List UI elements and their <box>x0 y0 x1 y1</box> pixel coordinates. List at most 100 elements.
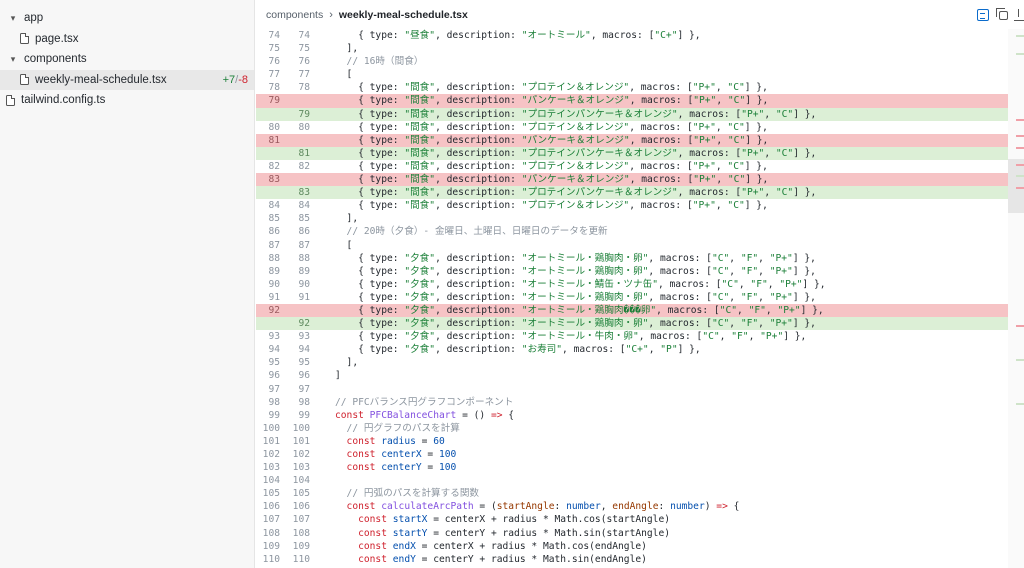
code-token: const <box>335 514 393 526</box>
code-token: ) <box>704 501 717 513</box>
code-token: const <box>335 540 393 552</box>
code-token: , description: <box>435 318 522 330</box>
code-token: { type: <box>335 30 405 41</box>
chevron-down-icon: ▾ <box>10 53 16 64</box>
code-token: { type: <box>335 95 405 107</box>
code-token: => <box>716 501 728 513</box>
new-line-number: 86 <box>298 226 310 238</box>
code-token: "C" <box>775 147 794 159</box>
diff-overview-scrollbar[interactable] <box>1008 29 1024 568</box>
code-token: ] }, <box>744 160 768 172</box>
diff-line: 108 108 const startY = centerY + radius *… <box>256 527 1008 540</box>
code-token: { <box>727 501 740 513</box>
code-token: ], <box>335 43 359 55</box>
scrollbar-thumb[interactable] <box>1008 159 1024 213</box>
code-token: "P+" <box>692 121 716 133</box>
code-token: ] }, <box>745 134 769 146</box>
code-text: [ <box>335 239 353 252</box>
code-token: , macros: [ <box>648 291 712 303</box>
tree-item-label: tailwind.config.ts <box>21 94 106 107</box>
download-icon[interactable] <box>1014 9 1024 21</box>
tree-folder-components[interactable]: ▾ components <box>0 49 254 70</box>
code-token: , <box>765 304 778 316</box>
diff-line: 90 90 { type: "夕食", description: "オートミール・… <box>256 278 1008 291</box>
code-token: => <box>490 409 503 421</box>
tree-file-weekly-meal-schedule[interactable]: weekly-meal-schedule.tsx +7/-8 <box>0 69 254 90</box>
code-token: { type: <box>335 344 405 356</box>
code-token: , <box>758 252 770 264</box>
code-token: "プロテインパンケーキ＆オレンジ" <box>521 187 678 199</box>
code-token: calculateArcPath <box>381 501 474 513</box>
code-token: const <box>335 501 382 513</box>
code-token: ] }, <box>802 278 826 290</box>
diff-line: 97 97 <box>256 383 1008 396</box>
code-token: , <box>758 291 770 303</box>
copy-icon[interactable] <box>996 8 1008 20</box>
new-line-number: 107 <box>292 514 310 526</box>
code-token: "間食" <box>404 108 436 120</box>
code-token: , macros: [ <box>629 160 693 172</box>
code-token: "C" <box>727 200 745 212</box>
code-token: , macros: [ <box>629 134 694 146</box>
new-line-number: 75 <box>298 43 310 55</box>
code-token: "間食" <box>404 95 436 107</box>
code-text: { type: "間食", description: "プロテインパンケーキ＆オ… <box>335 147 816 160</box>
code-token: "P+" <box>741 108 765 120</box>
new-line-number: 92 <box>298 318 310 330</box>
code-token: { type: <box>335 82 405 94</box>
code-token: const <box>335 435 382 447</box>
code-text: const startY = centerY + radius * Math.s… <box>335 527 670 540</box>
tree-folder-app[interactable]: ▾ app <box>0 8 254 29</box>
code-token: "F" <box>740 291 759 303</box>
overview-mark-added <box>1016 359 1024 361</box>
code-token: radius <box>381 435 416 447</box>
old-line-number: 90 <box>268 278 280 290</box>
old-line-number: 95 <box>268 357 280 369</box>
code-token: "F" <box>750 278 768 290</box>
new-line-number: 106 <box>292 501 310 513</box>
code-text: const centerX = 100 <box>335 448 457 461</box>
tree-file-tailwind-config[interactable]: tailwind.config.ts <box>0 90 254 111</box>
code-token: "P+" <box>769 252 793 264</box>
diff-line-deleted: 79 { type: "間食", description: "パンケーキ＆オレン… <box>256 94 1008 108</box>
code-token: , macros: [ <box>629 174 694 186</box>
diff-line: 94 94 { type: "夕食", description: "お寿司", m… <box>256 343 1008 356</box>
code-text: { type: "夕食", description: "オートミール・牛肉・卵"… <box>335 330 806 343</box>
old-line-number: 104 <box>262 475 280 487</box>
code-token: "P+" <box>769 265 793 277</box>
code-token: "夕食" <box>404 331 436 343</box>
code-text: // 円弧のパスを計算する関数 <box>335 487 479 500</box>
breadcrumb-directory[interactable]: components <box>266 9 323 21</box>
tree-file-page[interactable]: page.tsx <box>0 29 254 50</box>
code-token: "夕食" <box>404 278 436 290</box>
breadcrumb-separator: › <box>329 9 333 21</box>
code-token: "プロテイン＆オレンジ" <box>521 82 630 94</box>
diff-line: 109 109 const endX = centerX + radius * M… <box>256 540 1008 553</box>
code-token: { <box>502 409 515 421</box>
code-token: "夕食" <box>404 265 436 277</box>
code-token: = centerX + radius * Math.cos(startAngle… <box>427 514 671 526</box>
diff-line: 74 74 { type: "昼食", description: "オートミール"… <box>256 29 1008 42</box>
old-line-number: 101 <box>262 435 280 447</box>
new-line-number: 80 <box>298 121 310 133</box>
document-icon[interactable] <box>977 9 989 21</box>
code-text: const endX = centerX + radius * Math.cos… <box>335 540 647 553</box>
code-token: "プロテインパンケーキ＆オレンジ" <box>521 108 678 120</box>
tree-item-label: components <box>24 53 87 66</box>
code-token: "F" <box>748 304 766 316</box>
code-token: const <box>335 553 393 565</box>
code-text: ], <box>335 356 359 369</box>
code-token: , <box>716 95 728 107</box>
code-token: , description: <box>435 82 522 94</box>
file-icon <box>6 94 16 106</box>
code-token: "P+" <box>692 160 716 172</box>
code-token: = centerY + radius * Math.sin(startAngle… <box>427 527 671 539</box>
code-token: "オートミール・牛肉・卵" <box>521 331 639 343</box>
code-token: "F" <box>740 252 759 264</box>
code-token: ] }, <box>793 187 817 199</box>
code-token: const <box>335 527 393 539</box>
header-actions <box>977 8 1024 21</box>
diff-line: 104 104 <box>256 474 1008 487</box>
code-token: , description: <box>435 134 522 146</box>
code-token: "夕食" <box>404 304 436 316</box>
